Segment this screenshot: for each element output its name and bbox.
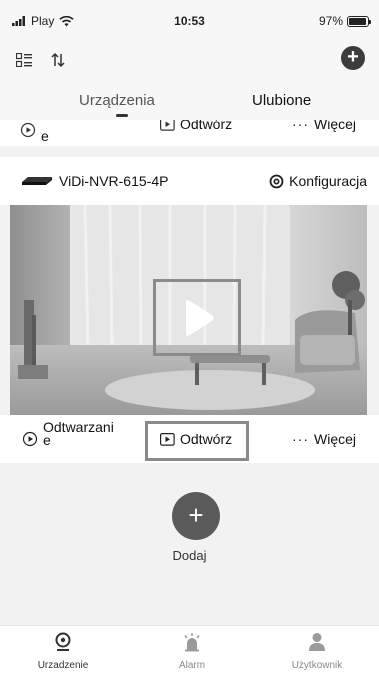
partial-device-card: e Odtwórz ··· Więcej [0, 120, 379, 146]
sort-arrows-icon[interactable] [44, 46, 72, 74]
add-device-button[interactable]: + [341, 46, 365, 70]
configuration-label: Konfiguracja [289, 173, 367, 189]
partial-playback-label: e [41, 128, 49, 144]
tab-bar [0, 80, 379, 120]
play-box-icon [160, 432, 175, 446]
list-view-icon[interactable] [10, 46, 38, 74]
battery-icon [347, 15, 371, 27]
nav-item-alarm[interactable]: Alarm [137, 632, 247, 671]
partial-play-label: Odtwórz [180, 120, 233, 132]
battery-percent: 97% [318, 14, 343, 28]
battery-level [349, 17, 367, 25]
playback-icon [20, 122, 36, 138]
nav-item-device[interactable]: Urzadzenie [8, 632, 118, 671]
play-button[interactable]: Odtwórz [160, 431, 232, 447]
user-icon [309, 633, 325, 651]
more-dots-icon: ··· [292, 120, 309, 132]
tab-devices[interactable]: Urządzenia [79, 92, 155, 109]
device-name[interactable]: ViDi-NVR-615-4P [59, 173, 168, 189]
play-icon [186, 299, 214, 336]
settings-icon [269, 174, 284, 188]
playback-icon [22, 431, 38, 447]
more-dots-icon: ··· [292, 431, 309, 447]
status-right: 97% [318, 14, 371, 28]
add-label[interactable]: Dodaj [0, 548, 379, 563]
nav-label-device: Urzadzenie [37, 660, 89, 671]
more-button[interactable]: ··· Więcej [292, 431, 356, 447]
alarm-icon [184, 633, 200, 652]
partial-more-label: Więcej [314, 120, 357, 132]
playback-label: Odtwarzani e [43, 419, 114, 448]
play-box-icon [160, 120, 175, 131]
add-device-large-button[interactable]: + [172, 492, 220, 540]
partial-playback-button[interactable]: e [20, 120, 49, 144]
nav-label-user: Użytkownik [291, 660, 343, 671]
partial-more-button[interactable]: ··· Więcej [292, 120, 356, 132]
more-label: Więcej [314, 431, 357, 447]
nav-label-alarm: Alarm [178, 660, 206, 671]
camera-icon [55, 632, 71, 651]
partial-play-button[interactable]: Odtwórz [160, 120, 232, 132]
nvr-device-icon [22, 177, 52, 185]
playback-button[interactable]: Odtwarzani e [22, 419, 114, 448]
configuration-button[interactable]: Konfiguracja [269, 173, 367, 189]
tab-favorites[interactable]: Ulubione [252, 92, 311, 109]
play-label: Odtwórz [180, 431, 233, 447]
tab-active-indicator [116, 114, 128, 117]
preview-play-frame[interactable] [153, 279, 241, 356]
nav-item-user[interactable]: Użytkownik [262, 632, 372, 671]
